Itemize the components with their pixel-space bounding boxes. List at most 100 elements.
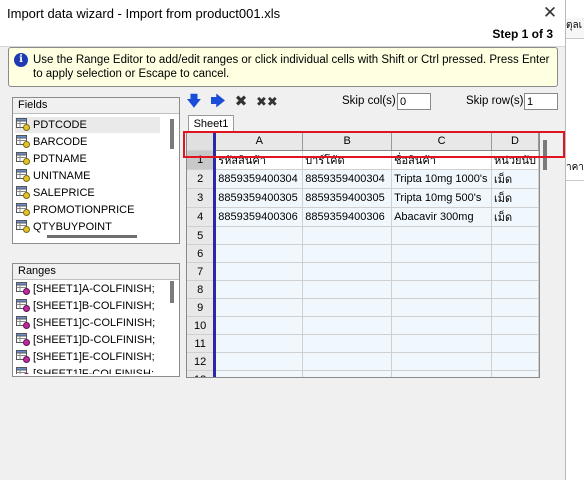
grid-cell[interactable] bbox=[214, 334, 304, 353]
grid-cell[interactable] bbox=[214, 280, 304, 299]
grid-cell[interactable]: 8859359400306 bbox=[214, 207, 304, 227]
range-item[interactable]: [SHEET1]B-COLFINISH; bbox=[15, 298, 160, 314]
range-item[interactable]: [SHEET1]F-COLFINISH; bbox=[15, 366, 160, 374]
field-item[interactable]: PROMOTIONPRICE bbox=[15, 202, 160, 218]
skip-rows-input[interactable]: 1 bbox=[524, 93, 558, 110]
grid-cell[interactable] bbox=[391, 244, 493, 263]
grid-cell[interactable] bbox=[391, 298, 493, 317]
grid-cell[interactable] bbox=[302, 226, 393, 245]
table-row: 9 bbox=[187, 298, 539, 317]
grid-cell[interactable]: Tripta 10mg 1000's bbox=[391, 169, 493, 189]
table-row: 13 bbox=[187, 370, 539, 377]
ranges-scrollbar[interactable] bbox=[170, 281, 174, 303]
range-item[interactable]: [SHEET1]C-COLFINISH; bbox=[15, 315, 160, 331]
fields-hscrollbar[interactable] bbox=[47, 235, 137, 238]
field-item[interactable]: UNITNAME bbox=[15, 168, 160, 184]
grid-cell[interactable] bbox=[491, 370, 539, 377]
field-item[interactable]: PDTCODE bbox=[15, 117, 160, 133]
row-header[interactable]: 8 bbox=[187, 280, 217, 299]
grid-cell[interactable]: 8859359400304 bbox=[302, 169, 393, 189]
grid-cell[interactable]: เม็ด bbox=[491, 207, 539, 227]
grid-cell[interactable] bbox=[391, 352, 493, 371]
range-label: [SHEET1]A-COLFINISH; bbox=[33, 283, 155, 295]
grid-cell[interactable]: 8859359400305 bbox=[302, 188, 393, 208]
row-header[interactable]: 11 bbox=[187, 334, 217, 353]
range-icon bbox=[16, 282, 30, 295]
grid-cell[interactable] bbox=[214, 262, 304, 281]
row-header[interactable]: 13 bbox=[187, 370, 217, 377]
grid-cell[interactable] bbox=[302, 352, 393, 371]
step-label: Step 1 of 3 bbox=[492, 27, 553, 41]
grid-cell[interactable] bbox=[491, 244, 539, 263]
info-text: Use the Range Editor to add/edit ranges … bbox=[33, 54, 550, 80]
delete-button[interactable]: ✖ bbox=[233, 94, 249, 110]
field-icon bbox=[16, 135, 30, 148]
skip-cols-input[interactable]: 0 bbox=[397, 93, 431, 110]
row-header[interactable]: 4 bbox=[187, 207, 217, 227]
grid-cell[interactable] bbox=[302, 370, 393, 377]
field-item[interactable]: QTYBUYPOINT bbox=[15, 219, 160, 235]
background-label: ตุลเ bbox=[566, 18, 584, 39]
table-row: 10 bbox=[187, 316, 539, 335]
step-bar: Step 1 of 3 bbox=[0, 26, 565, 47]
grid-cell[interactable] bbox=[391, 334, 493, 353]
grid-cell[interactable]: 8859359400304 bbox=[214, 169, 304, 189]
grid-cell[interactable] bbox=[214, 244, 304, 263]
grid-cell[interactable] bbox=[491, 280, 539, 299]
grid-cell[interactable] bbox=[491, 316, 539, 335]
grid-cell[interactable] bbox=[302, 298, 393, 317]
row-header[interactable]: 6 bbox=[187, 244, 217, 263]
range-item[interactable]: [SHEET1]D-COLFINISH; bbox=[15, 332, 160, 348]
grid-cell[interactable] bbox=[391, 316, 493, 335]
grid-cell[interactable] bbox=[391, 280, 493, 299]
grid-cell[interactable] bbox=[491, 334, 539, 353]
grid-cell[interactable] bbox=[302, 244, 393, 263]
field-icon bbox=[16, 152, 30, 165]
grid-cell[interactable]: 8859359400306 bbox=[302, 207, 393, 227]
fields-scrollbar[interactable] bbox=[170, 119, 174, 149]
row-header[interactable]: 7 bbox=[187, 262, 217, 281]
grid-cell[interactable] bbox=[302, 262, 393, 281]
grid-cell[interactable] bbox=[391, 226, 493, 245]
grid-cell[interactable] bbox=[302, 334, 393, 353]
range-icon bbox=[16, 333, 30, 346]
row-header[interactable]: 5 bbox=[187, 226, 217, 245]
delete-all-button[interactable]: ✖✖ bbox=[256, 94, 278, 110]
grid-cell[interactable]: Abacavir 300mg bbox=[391, 207, 493, 227]
row-header[interactable]: 9 bbox=[187, 298, 217, 317]
grid-cell[interactable] bbox=[302, 316, 393, 335]
row-header[interactable]: 12 bbox=[187, 352, 217, 371]
spreadsheet-grid[interactable]: A B C D 1 รหัสสินค้า บาร์โค้ด ชื่อสินค้า หน่… bbox=[186, 131, 540, 378]
row-header[interactable]: 3 bbox=[187, 188, 217, 208]
move-right-button[interactable]: 🡆 bbox=[210, 94, 226, 110]
grid-cell[interactable]: เม็ด bbox=[491, 169, 539, 189]
grid-cell[interactable] bbox=[302, 280, 393, 299]
grid-cell[interactable] bbox=[491, 298, 539, 317]
field-item[interactable]: SALEPRICE bbox=[15, 185, 160, 201]
grid-cell[interactable] bbox=[391, 262, 493, 281]
grid-cell[interactable]: เม็ด bbox=[491, 188, 539, 208]
grid-cell[interactable]: 8859359400305 bbox=[214, 188, 304, 208]
skip-rows-label: Skip row(s) bbox=[466, 95, 524, 107]
close-button[interactable]: ✕ bbox=[538, 3, 562, 23]
grid-cell[interactable] bbox=[491, 352, 539, 371]
range-item[interactable]: [SHEET1]E-COLFINISH; bbox=[15, 349, 160, 365]
grid-cell[interactable] bbox=[491, 226, 539, 245]
grid-cell[interactable]: Tripta 10mg 500's bbox=[391, 188, 493, 208]
move-down-button[interactable]: 🡇 bbox=[186, 94, 202, 110]
grid-cell[interactable] bbox=[214, 316, 304, 335]
fields-panel: Fields PDTCODE BARCODE PDTNAME UNITNAME SALE… bbox=[12, 97, 180, 244]
field-icon bbox=[16, 186, 30, 199]
field-item[interactable]: PDTNAME bbox=[15, 151, 160, 167]
field-item[interactable]: BARCODE bbox=[15, 134, 160, 150]
grid-cell[interactable] bbox=[214, 226, 304, 245]
field-label: PDTNAME bbox=[33, 153, 87, 165]
grid-cell[interactable] bbox=[214, 298, 304, 317]
row-header[interactable]: 2 bbox=[187, 169, 217, 189]
grid-cell[interactable] bbox=[214, 370, 304, 377]
grid-cell[interactable] bbox=[214, 352, 304, 371]
range-item[interactable]: [SHEET1]A-COLFINISH; bbox=[15, 281, 160, 297]
grid-cell[interactable] bbox=[391, 370, 493, 377]
row-header[interactable]: 10 bbox=[187, 316, 217, 335]
grid-cell[interactable] bbox=[491, 262, 539, 281]
